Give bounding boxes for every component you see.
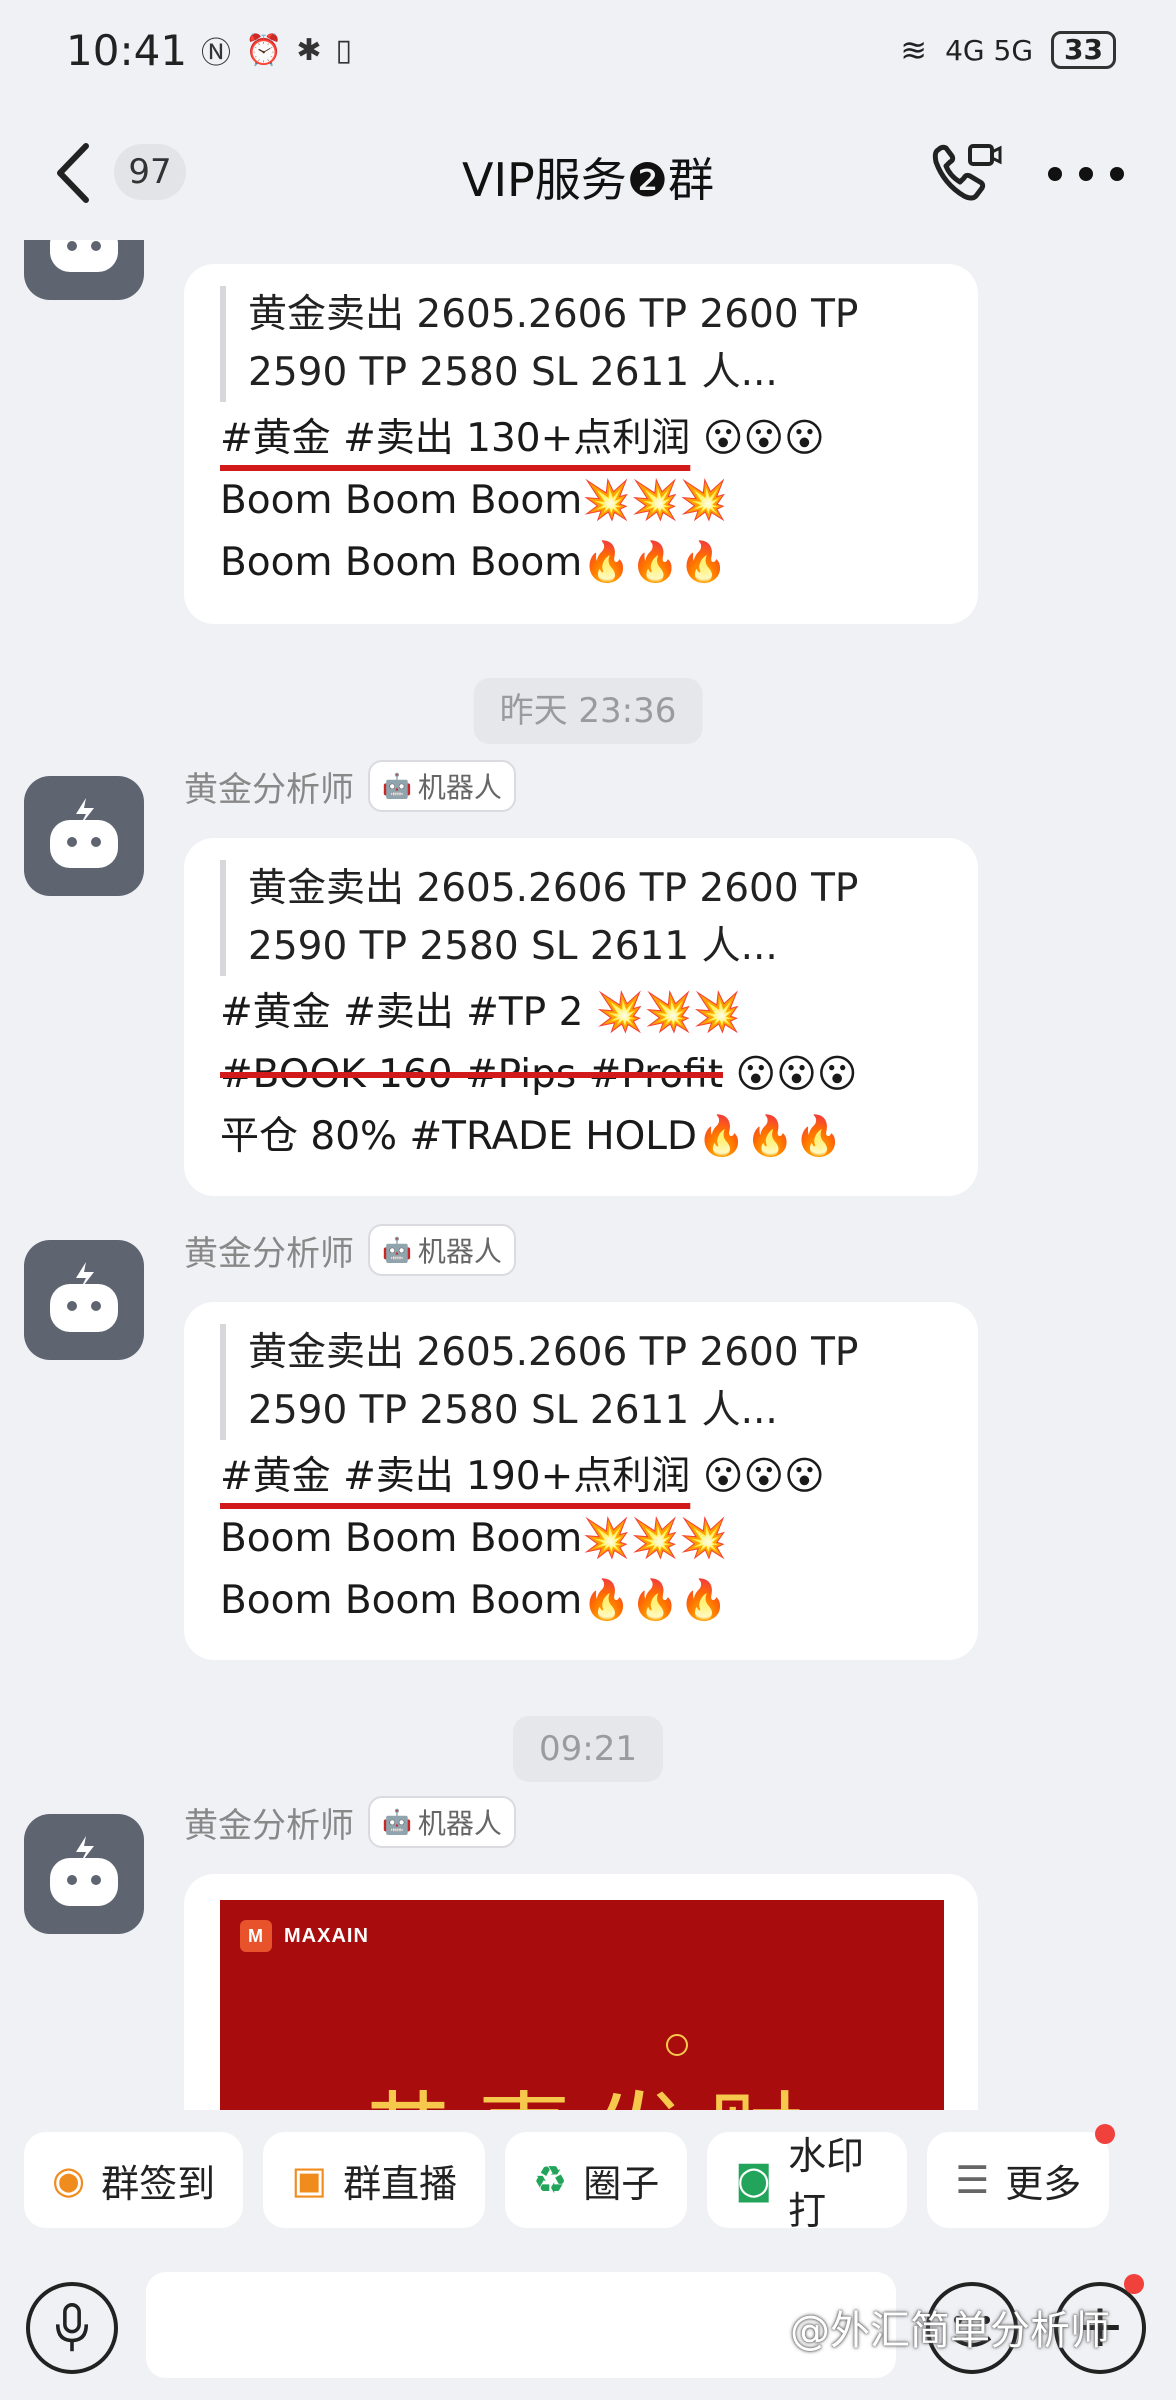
red-poster-image[interactable]: M MAXAIN 恭喜发财 bbox=[220, 1900, 944, 2110]
robot-icon bbox=[50, 798, 118, 868]
bot-tag-label: 机器人 bbox=[417, 1235, 502, 1268]
message-line: Boom Boom Boom💥💥💥 bbox=[220, 1516, 728, 1561]
message-line: #BOOK 160 #Pips #Profit 😮😮😮 bbox=[220, 1044, 942, 1106]
bot-tag: 🤖 机器人 bbox=[368, 760, 516, 812]
underlined-text: #黄金 #卖出 130+点利润 bbox=[220, 416, 691, 461]
message-line: #黄金 #卖出 190+点利润 😮😮😮 bbox=[220, 1446, 942, 1508]
more-options-button[interactable] bbox=[1048, 150, 1124, 198]
bluetooth-icon: ✱ bbox=[296, 32, 322, 68]
poster-brand: M MAXAIN bbox=[240, 1920, 369, 1952]
signal-icon: 4G 5G bbox=[945, 33, 1034, 67]
quick-action-watermark[interactable]: ◙ 水印打 bbox=[707, 2132, 908, 2228]
location-pin-icon: ◉ bbox=[52, 2158, 86, 2202]
seal-icon bbox=[666, 2034, 688, 2056]
message-line: #黄金 #卖出 #TP 2 💥💥💥 bbox=[220, 990, 742, 1035]
bot-tag: 🤖 机器人 bbox=[368, 1796, 516, 1848]
quoted-message: 黄金卖出 2605.2606 TP 2600 TP 2590 TP 2580 S… bbox=[220, 286, 942, 402]
dot-icon bbox=[1110, 167, 1124, 181]
dot-icon bbox=[1048, 167, 1062, 181]
robot-icon: 🤖 bbox=[382, 772, 412, 800]
quick-action-label: 群直播 bbox=[343, 2161, 458, 2206]
avatar[interactable] bbox=[24, 240, 144, 300]
sender-row: 黄金分析师 🤖 机器人 bbox=[184, 1796, 516, 1848]
quick-action-more[interactable]: ☰ 更多 bbox=[927, 2124, 1116, 2228]
status-time: 10:41 bbox=[66, 25, 188, 75]
message-line: Boom Boom Boom🔥🔥🔥 bbox=[220, 540, 728, 585]
sender-name[interactable]: 黄金分析师 bbox=[184, 1226, 354, 1275]
message-line: Boom Boom Boom🔥🔥🔥 bbox=[220, 1578, 728, 1623]
voice-input-button[interactable] bbox=[26, 2282, 118, 2374]
quick-action-label: 圈子 bbox=[583, 2161, 660, 2206]
struck-text: #BOOK 160 #Pips #Profit bbox=[220, 1052, 724, 1097]
camera-icon: ◙ bbox=[735, 2158, 773, 2202]
quick-action-live[interactable]: ▣ 群直播 bbox=[263, 2132, 486, 2228]
bot-tag-label: 机器人 bbox=[417, 771, 502, 804]
battery-indicator: 33 bbox=[1051, 31, 1116, 69]
timestamp-divider: 09:21 bbox=[513, 1716, 663, 1782]
circle-network-icon: ♻ bbox=[533, 2158, 568, 2202]
brand-logo-icon: M bbox=[240, 1920, 272, 1952]
chat-messages[interactable]: 黄金卖出 2605.2606 TP 2600 TP 2590 TP 2580 S… bbox=[0, 240, 1176, 2110]
quick-action-checkin[interactable]: ◉ 群签到 bbox=[24, 2132, 244, 2228]
brand-name: MAXAIN bbox=[284, 1924, 369, 1947]
chat-header: 97 VIP服务❷群 bbox=[0, 120, 1176, 224]
video-call-button[interactable] bbox=[928, 140, 1004, 208]
message-line: #黄金 #卖出 130+点利润 😮😮😮 bbox=[220, 408, 942, 470]
emoji-text: 😮😮😮 bbox=[735, 1052, 858, 1097]
avatar[interactable] bbox=[24, 1240, 144, 1360]
message-line: Boom Boom Boom💥💥💥 bbox=[220, 478, 728, 523]
message-bubble[interactable]: 黄金卖出 2605.2606 TP 2600 TP 2590 TP 2580 S… bbox=[184, 1302, 978, 1660]
underlined-text: #黄金 #卖出 190+点利润 bbox=[220, 1454, 691, 1499]
robot-icon bbox=[50, 240, 118, 272]
quick-actions-bar: ◉ 群签到 ▣ 群直播 ♻ 圈子 ◙ 水印打 ☰ 更多 bbox=[0, 2118, 1176, 2242]
sender-row: 黄金分析师 🤖 机器人 bbox=[184, 1224, 516, 1276]
sender-name[interactable]: 黄金分析师 bbox=[184, 762, 354, 811]
status-right: ≋ 4G 5G 33 bbox=[900, 31, 1116, 69]
microphone-icon bbox=[55, 2303, 89, 2352]
emoji-text: 😮😮😮 bbox=[702, 416, 825, 461]
message-bubble[interactable]: 黄金卖出 2605.2606 TP 2600 TP 2590 TP 2580 S… bbox=[184, 838, 978, 1196]
notification-dot bbox=[1095, 2124, 1116, 2144]
quick-action-label: 群签到 bbox=[101, 2161, 216, 2206]
bot-tag-label: 机器人 bbox=[417, 1807, 502, 1840]
quick-action-circle[interactable]: ♻ 圈子 bbox=[505, 2132, 688, 2228]
robot-icon bbox=[50, 1836, 118, 1906]
quick-action-label: 水印打 bbox=[788, 2134, 865, 2228]
bot-tag: 🤖 机器人 bbox=[368, 1224, 516, 1276]
emoji-text: 😮😮😮 bbox=[702, 1454, 825, 1499]
robot-icon bbox=[50, 1262, 118, 1332]
quick-action-label: 更多 bbox=[1005, 2161, 1082, 2206]
phone-video-icon bbox=[932, 144, 1002, 201]
nfc-icon: Ⓝ bbox=[201, 36, 232, 71]
message-bubble[interactable]: 黄金卖出 2605.2606 TP 2600 TP 2590 TP 2580 S… bbox=[184, 264, 978, 624]
notification-dot bbox=[1124, 2274, 1144, 2294]
alarm-icon: ⏰ bbox=[245, 32, 283, 68]
robot-icon: 🤖 bbox=[382, 1236, 412, 1264]
sender-name[interactable]: 黄金分析师 bbox=[184, 1798, 354, 1847]
image-message[interactable]: M MAXAIN 恭喜发财 bbox=[184, 1874, 978, 2110]
avatar[interactable] bbox=[24, 776, 144, 896]
tv-icon: ▣ bbox=[291, 2158, 328, 2202]
quoted-message: 黄金卖出 2605.2606 TP 2600 TP 2590 TP 2580 S… bbox=[220, 860, 942, 976]
menu-icon: ☰ bbox=[955, 2158, 990, 2202]
poster-greeting: 恭喜发财 bbox=[360, 2060, 824, 2110]
status-left: 10:41 Ⓝ ⏰ ✱ ▯ bbox=[66, 26, 352, 75]
watermark: @外汇简单分析师 bbox=[790, 2308, 1110, 2354]
avatar[interactable] bbox=[24, 1814, 144, 1934]
vibrate-icon: ▯ bbox=[335, 32, 353, 68]
robot-icon: 🤖 bbox=[382, 1808, 412, 1836]
wifi-icon: ≋ bbox=[900, 31, 928, 69]
message-line: 平仓 80% #TRADE HOLD🔥🔥🔥 bbox=[220, 1114, 843, 1159]
quoted-message: 黄金卖出 2605.2606 TP 2600 TP 2590 TP 2580 S… bbox=[220, 1324, 942, 1440]
message-input[interactable] bbox=[146, 2272, 896, 2378]
sender-row: 黄金分析师 🤖 机器人 bbox=[184, 760, 516, 812]
status-bar: 10:41 Ⓝ ⏰ ✱ ▯ ≋ 4G 5G 33 bbox=[0, 0, 1176, 100]
timestamp-divider: 昨天 23:36 bbox=[473, 678, 703, 744]
dot-icon bbox=[1079, 167, 1093, 181]
